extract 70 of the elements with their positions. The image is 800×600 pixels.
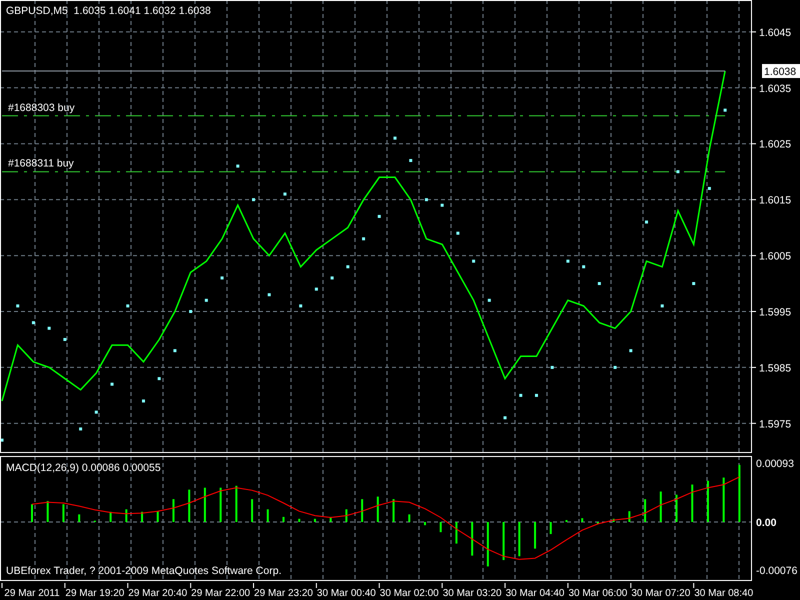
macd-bar [644, 499, 646, 522]
chart-header: GBPUSD,M5 1.6035 1.6041 1.6032 1.6038 [6, 5, 211, 17]
macd-bar [392, 499, 395, 522]
macd-bar [204, 488, 206, 522]
macd-bar [518, 522, 520, 556]
macd-bar [471, 522, 474, 556]
macd-bar [738, 464, 740, 522]
indicator-axis-label: -0.00076 [756, 565, 798, 578]
price-axis-label: 1.6045 [759, 26, 792, 39]
price-axis-label: 1.6015 [759, 194, 792, 207]
macd-bar [345, 509, 348, 522]
macd-bar [361, 499, 364, 522]
copyright-text: UBEforex Trader, ? 2001-2009 MetaQuotes Software Corp. [6, 565, 282, 577]
macd-bar [62, 504, 64, 522]
time-axis-label: 29 Mar 23:20 [254, 588, 313, 599]
current-price-tag: 1.6038 [762, 64, 800, 78]
macd-bar [298, 518, 300, 522]
macd-bar [141, 512, 144, 522]
macd-bar [440, 522, 442, 532]
macd-bar [534, 522, 536, 549]
macd-bar [691, 484, 694, 522]
time-axis-label: 30 Mar 03:20 [442, 588, 502, 599]
macd-bar [612, 518, 615, 522]
macd-bar [251, 499, 254, 522]
macd-bar [722, 478, 725, 522]
macd-bar [330, 516, 332, 522]
time-axis-label: 29 Mar 19:20 [65, 588, 124, 599]
macd-bar [235, 486, 238, 522]
time-axis-label: 30 Mar 08:40 [694, 588, 754, 599]
indicator-axis-label: 0.00 [756, 517, 776, 529]
macd-bar [628, 511, 630, 522]
order-label: #1688303 buy [8, 102, 75, 114]
macd-bar [125, 509, 128, 522]
time-axis-label: 30 Mar 07:20 [631, 588, 690, 599]
macd-bar [46, 501, 49, 522]
time-axis-label: 30 Mar 06:00 [568, 588, 628, 599]
macd-bar [78, 514, 80, 522]
macd-bar [502, 522, 505, 560]
macd-bar [581, 518, 584, 522]
time-axis-label: 29 Mar 2011 [4, 588, 60, 599]
indicator-header: MACD(12,26,9) 0.00086 0.00055 [6, 462, 161, 474]
time-axis-label: 29 Mar 22:00 [191, 588, 250, 599]
time-axis-label: 29 Mar 20:40 [128, 588, 188, 599]
price-axis-label: 1.6035 [759, 82, 792, 95]
macd-bar [110, 512, 112, 522]
macd-bar [220, 488, 222, 522]
order-label: #1688311 buy [8, 158, 74, 170]
price-axis-label: 1.5985 [759, 362, 792, 374]
price-axis-label: 1.5995 [759, 306, 792, 318]
macd-bar [156, 511, 159, 522]
macd-bar [314, 518, 316, 522]
macd-bar [376, 496, 379, 522]
price-axis-label: 1.6005 [759, 250, 792, 263]
macd-bar [188, 490, 190, 522]
macd-bar [266, 509, 269, 522]
macd-bar [172, 499, 174, 522]
indicator-axis-label: 0.00093 [756, 458, 794, 470]
macd-bar [676, 494, 678, 522]
time-axis-label: 30 Mar 00:40 [316, 588, 376, 599]
macd-bar [550, 522, 552, 534]
macd-bar [455, 522, 458, 544]
macd-bar [706, 480, 709, 522]
macd-bar [486, 522, 489, 566]
time-axis-label: 30 Mar 02:00 [380, 588, 439, 599]
price-axis-label: 1.5975 [759, 418, 792, 430]
price-axis-label: 1.6025 [759, 138, 792, 151]
macd-bar [282, 516, 285, 522]
macd-bar [408, 514, 410, 522]
time-axis-label: 30 Mar 04:40 [506, 588, 564, 599]
macd-bar [660, 492, 662, 522]
